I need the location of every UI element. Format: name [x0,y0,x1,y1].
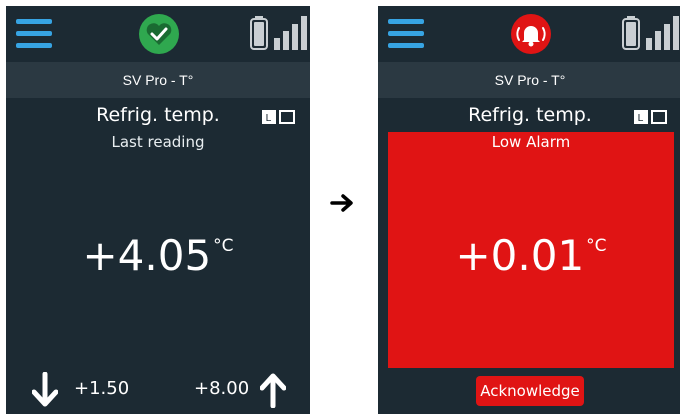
device-screen-alarm: SV Pro - T° Refrig. temp. L Low Alarm +0… [378,6,680,414]
limits-row: +1.50 +8.00 [6,370,310,410]
arrow-down-icon [32,372,58,407]
alarm-label: Low Alarm [491,133,571,151]
lo-indicator-icon: L [262,110,295,124]
lo-indicator-icon: L [634,110,667,124]
alarm-bell-icon [511,14,551,54]
high-limit-value: +8.00 [194,378,250,399]
svg-text:L: L [638,113,644,124]
temperature-value: +0.01 [455,231,585,280]
alarm-panel: Low Alarm +0.01 °C [388,132,674,368]
temperature-reading: +0.01 °C [388,228,674,284]
reading-status-label: Last reading [111,133,205,151]
temperature-unit: °C [586,236,607,256]
battery-icon [250,16,268,50]
low-limit-value: +1.50 [74,378,130,399]
svg-text:L: L [266,113,272,124]
temperature-value: +4.05 [82,231,212,280]
top-bar [378,6,680,62]
arrow-right-icon [330,194,353,212]
device-name: SV Pro - T° [6,62,310,98]
temperature-reading: +4.05 °C [6,228,310,284]
top-bar [6,6,310,62]
heart-check-icon [139,14,179,54]
menu-icon[interactable] [388,19,424,49]
battery-icon [622,16,640,50]
temperature-unit: °C [213,236,234,256]
signal-strength-icon [646,16,679,50]
acknowledge-button[interactable]: Acknowledge [476,376,584,406]
arrow-up-icon [260,373,286,408]
menu-icon[interactable] [16,19,52,49]
device-screen-normal: SV Pro - T° Refrig. temp. L Last reading… [6,6,310,414]
signal-strength-icon [274,16,307,50]
device-name: SV Pro - T° [378,62,680,98]
